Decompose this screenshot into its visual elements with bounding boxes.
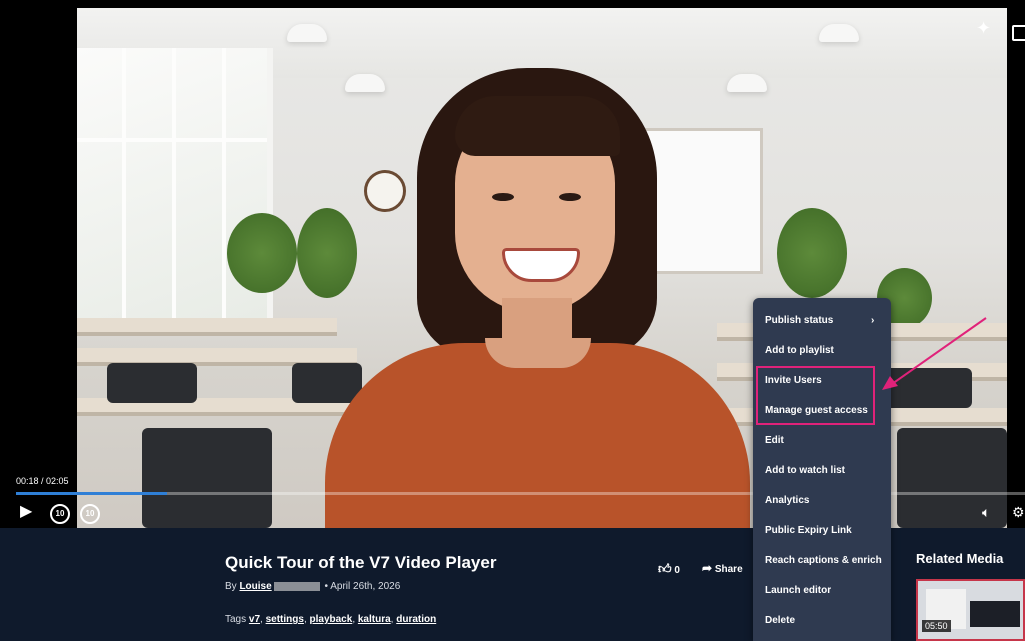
tag-link[interactable]: kaltura [358,614,391,625]
menu-item-add-to-watch-list[interactable]: Add to watch list [765,465,845,476]
tag-link[interactable]: settings [266,614,304,625]
byline-separator: • [324,581,328,592]
share-arrow-icon: ➦ [702,561,713,575]
person-fringe [455,96,620,156]
progress-fill [16,492,168,495]
ceiling-lamp [727,74,767,92]
menu-item-edit[interactable]: Edit [765,435,784,446]
menu-item-analytics[interactable]: Analytics [765,495,809,506]
plant [297,208,357,298]
play-icon[interactable]: ▶ [20,503,32,521]
plant [777,208,847,298]
related-media-title: Related Media [916,551,1004,566]
menu-item-reach-captions[interactable]: Reach captions & enrich [765,555,882,566]
menu-item-delete[interactable]: Delete [765,615,795,626]
picture-in-picture-icon[interactable] [1012,25,1025,41]
highlight-box [756,366,875,425]
menu-item-launch-editor[interactable]: Launch editor [765,585,831,596]
person-shirt [325,343,750,528]
person-eye [492,193,514,201]
volume-icon[interactable]: 🔈︎ [982,503,990,521]
like-count: 0 [674,565,680,576]
chevron-right-icon: › [871,315,875,326]
chair [292,363,362,403]
person-eye [559,193,581,201]
tags-row: Tags v7, settings, playback, kaltura, du… [225,614,437,625]
forward-10-icon[interactable]: 10 [80,504,100,524]
tag-link[interactable]: playback [310,614,353,625]
plant [227,213,297,293]
tags-label: Tags [225,614,247,625]
annotation-arrow-icon [882,317,987,390]
tag-link[interactable]: v7 [249,614,260,625]
desk [77,318,337,336]
actions-menu: Publish status › Add to playlist Invite … [753,298,891,641]
rewind-10-icon[interactable]: 10 [50,504,70,524]
ceiling-lamp [345,74,385,92]
chair [142,428,272,528]
settings-gear-icon[interactable]: ⚙ [1012,503,1025,521]
ceiling-lamp [287,24,327,42]
chair [897,428,1007,528]
publish-date: April 26th, 2026 [330,581,401,592]
author-link[interactable]: Louise [239,581,271,592]
sparkle-icon[interactable]: ✦ [976,18,991,39]
video-title: Quick Tour of the V7 Video Player [225,553,497,572]
menu-item-public-expiry-link[interactable]: Public Expiry Link [765,525,852,536]
related-duration-badge: 05:50 [922,620,951,632]
like-button[interactable]: 👍︎ 0 [658,561,680,577]
ceiling-lamp [819,24,859,42]
chair [107,363,197,403]
byline: By Louise • April 26th, 2026 [225,581,400,592]
time-display: 00:18 / 02:05 [16,476,69,486]
share-button[interactable]: ➦ Share [702,561,743,575]
share-label: Share [714,564,743,575]
menu-item-add-to-playlist[interactable]: Add to playlist [765,345,834,356]
redacted-name [273,581,320,591]
person-collar [485,338,591,368]
wall-clock [364,170,406,212]
thumbnail-screen [970,601,1020,627]
thumbs-up-icon: 👍︎ [658,561,672,576]
by-label: By [225,581,237,592]
menu-item-publish-status[interactable]: Publish status [765,315,833,326]
tag-link[interactable]: duration [396,614,436,625]
